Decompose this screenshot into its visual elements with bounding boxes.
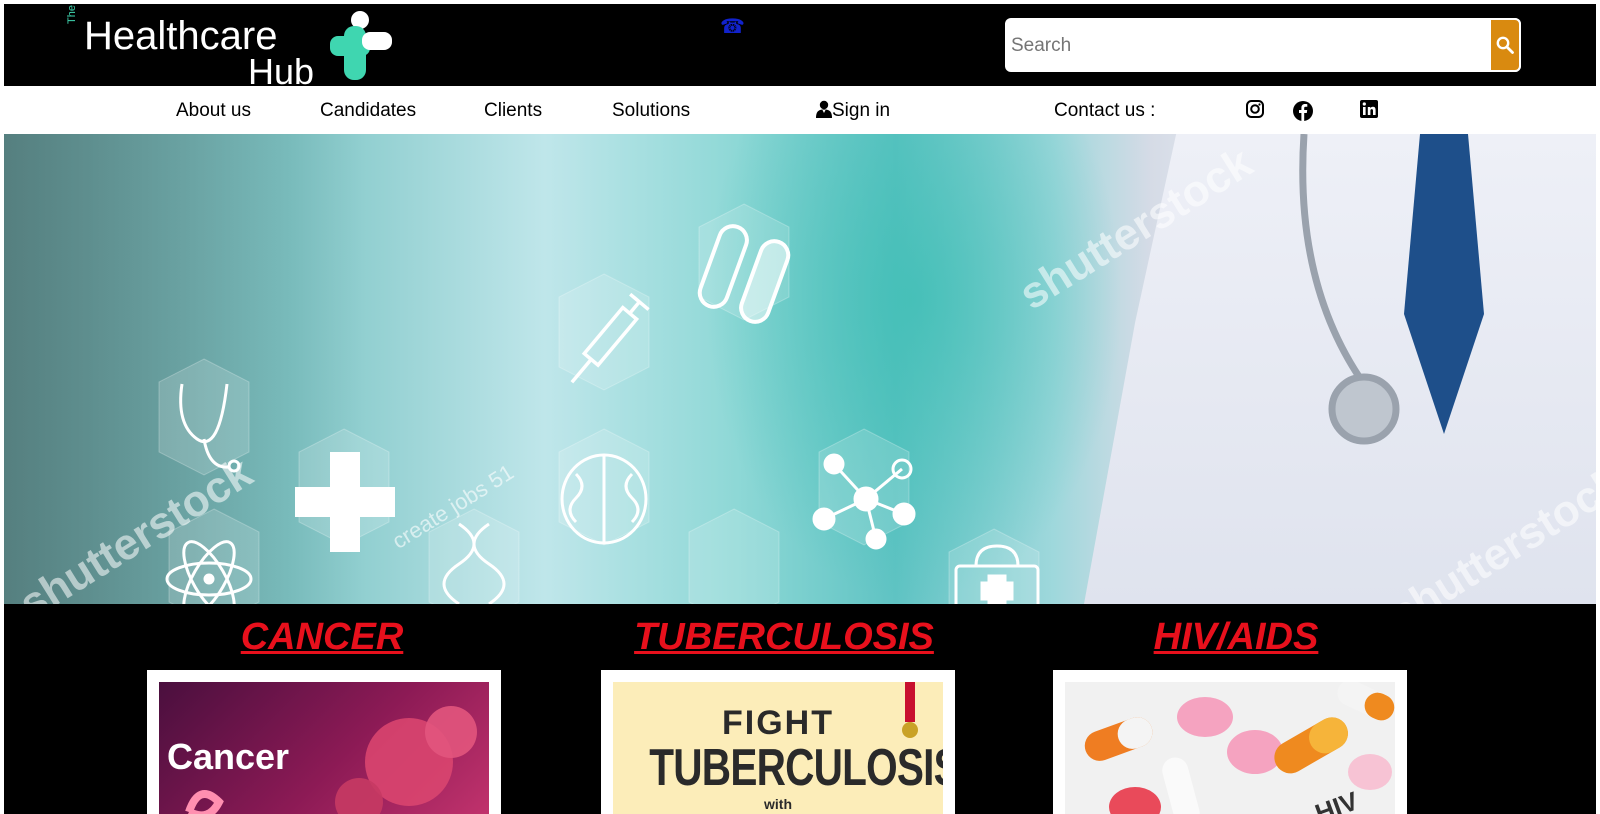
tb-with-text: with — [764, 796, 792, 812]
medical-cross-icon — [330, 11, 392, 80]
site-logo[interactable]: The Healthcare Hub — [66, 5, 396, 90]
sign-in-link[interactable]: Sign in — [816, 100, 890, 122]
phone-icon[interactable]: ☎ — [720, 16, 745, 38]
search-bar — [1005, 18, 1521, 74]
card-title[interactable]: TUBERCULOSIS — [604, 616, 964, 659]
page-frame: The Healthcare Hub ☎ About us Candidat — [4, 4, 1596, 814]
card-image[interactable]: Cancer — [147, 670, 501, 814]
hiv-pills-image: HIV — [1065, 682, 1395, 814]
nav-clients[interactable]: Clients — [484, 100, 542, 122]
contact-us-label: Contact us : — [1054, 100, 1156, 121]
hero-banner: shutterstock shutterstock shutterstock c… — [4, 134, 1596, 604]
card-title[interactable]: HIV/AIDS — [1056, 616, 1416, 659]
user-icon — [816, 100, 832, 118]
facebook-icon[interactable] — [1292, 100, 1314, 122]
tuberculosis-image: FIGHT TUBERCULOSIS with — [613, 682, 943, 814]
search-input[interactable] — [1009, 18, 1483, 74]
card-image[interactable]: FIGHT TUBERCULOSIS with — [601, 670, 955, 814]
search-icon — [1496, 36, 1514, 54]
tb-title-text: TUBERCULOSIS — [649, 739, 943, 797]
disease-cards: CANCER Cancer TUBERCULOSIS FIGHT TUBERCU… — [4, 604, 1596, 814]
main-nav: About us Candidates Clients Solutions Si… — [4, 86, 1596, 134]
site-header: The Healthcare Hub ☎ — [4, 4, 1596, 90]
card-title[interactable]: CANCER — [142, 616, 502, 659]
logo-hub: Hub — [248, 51, 315, 92]
medical-icon-hexagons — [158, 134, 1400, 604]
card-image[interactable]: HIV — [1053, 670, 1407, 814]
cancer-image-text: Cancer — [167, 736, 290, 777]
logo-the: The — [66, 5, 78, 24]
nav-solutions[interactable]: Solutions — [612, 100, 690, 122]
nav-candidates[interactable]: Candidates — [320, 100, 416, 122]
nav-about-us[interactable]: About us — [176, 100, 251, 122]
logo-healthcare: Healthcare — [84, 14, 278, 58]
search-button[interactable] — [1489, 18, 1521, 72]
cancer-image: Cancer — [159, 682, 489, 814]
linkedin-icon[interactable] — [1358, 98, 1380, 120]
instagram-icon[interactable] — [1244, 98, 1266, 120]
sign-in-label: Sign in — [832, 100, 891, 121]
